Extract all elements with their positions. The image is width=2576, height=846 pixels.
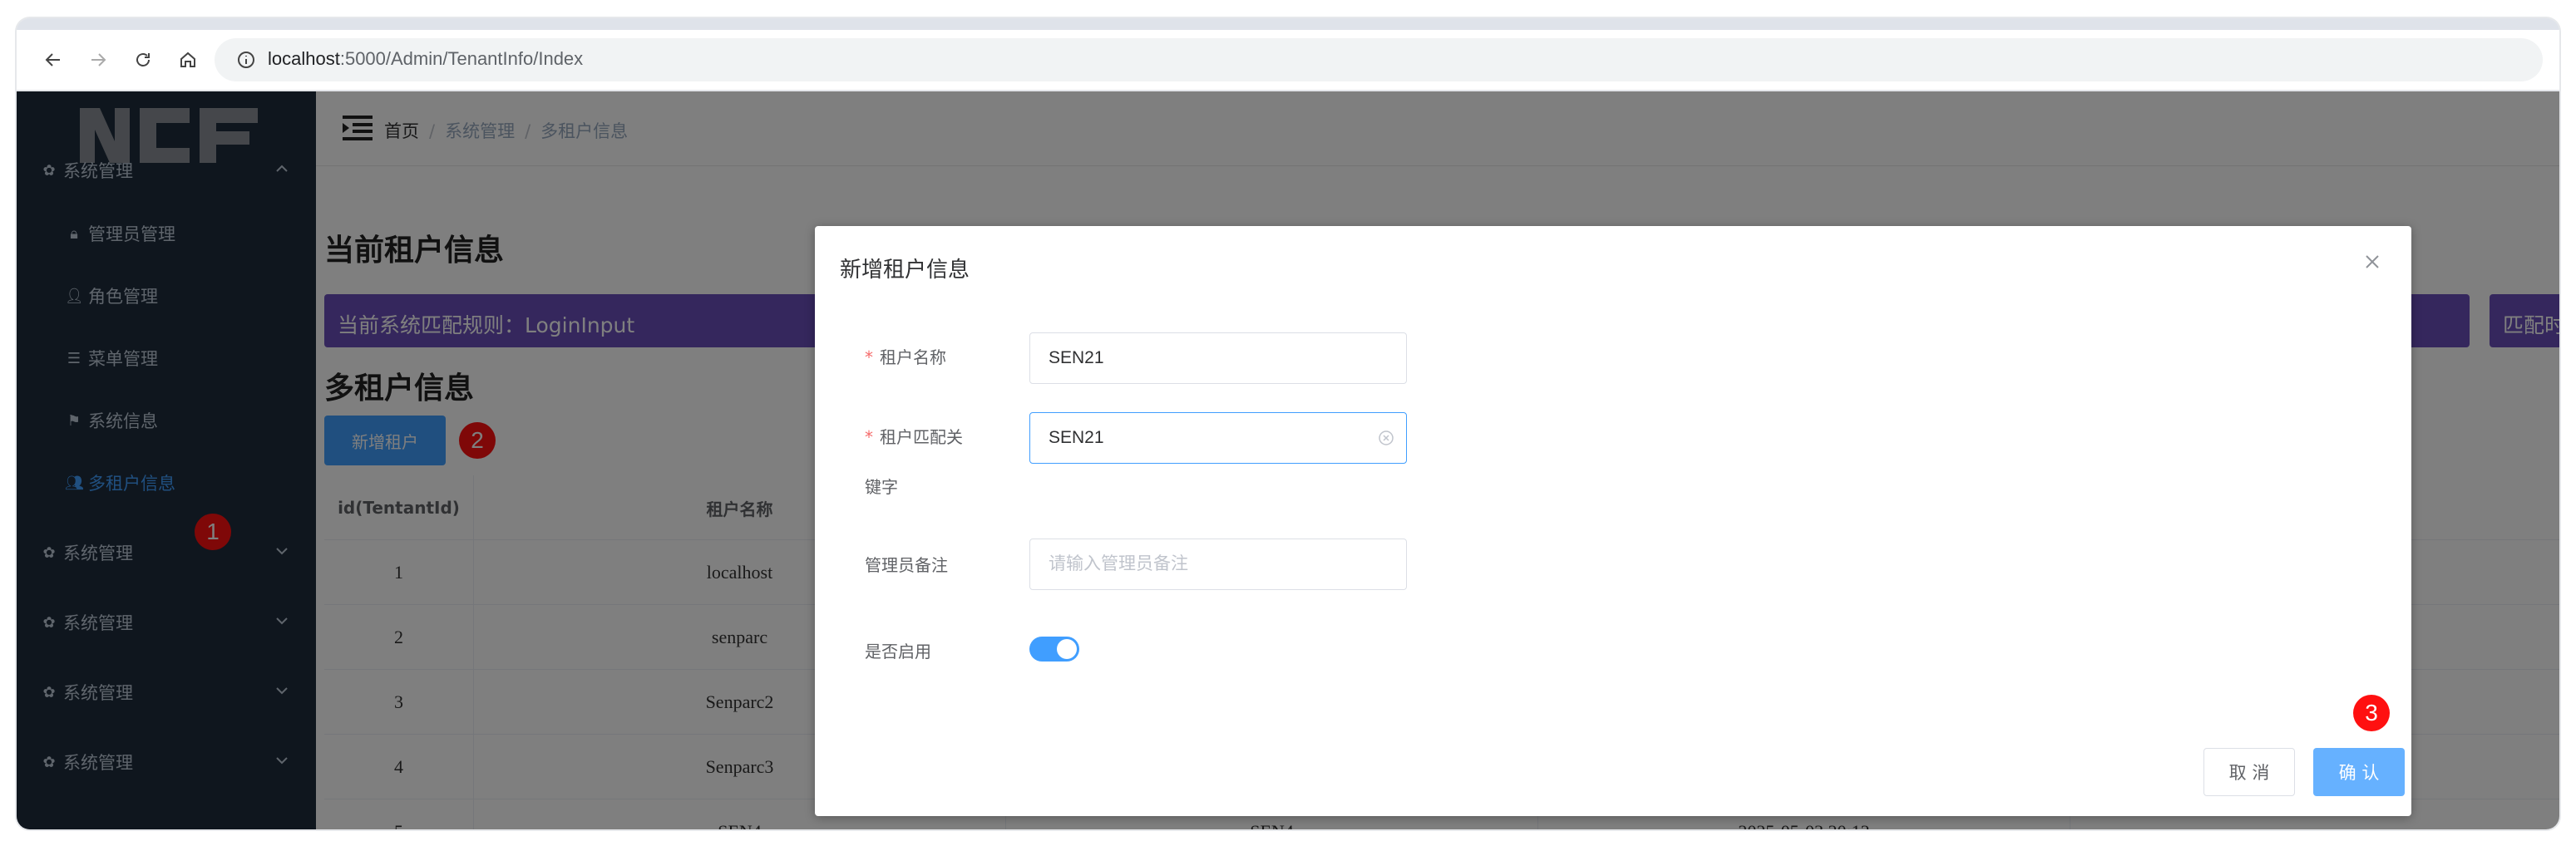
toggle-knob (1057, 639, 1077, 659)
tenant-key-label-wrap: 键字 (865, 477, 898, 497)
url-path: :5000/Admin/TenantInfo/Index (339, 48, 584, 69)
annotation-badge-3: 3 (2353, 695, 2390, 731)
address-bar: localhost:5000/Admin/TenantInfo/Index (17, 30, 2559, 91)
tenant-key-label-text: 租户匹配关 (880, 427, 963, 447)
tenant-key-input[interactable] (1029, 412, 1407, 464)
home-icon[interactable] (171, 43, 205, 76)
dialog-title: 新增租户信息 (840, 258, 970, 283)
tenant-key-label: * 租户匹配关 (865, 424, 989, 448)
enabled-label: 是否启用 (865, 642, 931, 662)
required-mark: * (865, 347, 873, 367)
reload-icon[interactable] (126, 43, 160, 76)
required-mark: * (865, 427, 873, 447)
cancel-button[interactable]: 取 消 (2203, 748, 2295, 796)
tenant-name-label: * 租户名称 (865, 344, 989, 368)
url-text: localhost:5000/Admin/TenantInfo/Index (268, 48, 583, 70)
tenant-name-input[interactable] (1029, 332, 1407, 384)
admin-remark-input[interactable] (1029, 539, 1407, 590)
page-viewport: ✿ 系统管理 🔒︎ 管理员管理 👤︎ 角色管理 ☰ 菜单管理 ⚑ 系统信息 � (17, 91, 2559, 829)
url-field[interactable]: localhost:5000/Admin/TenantInfo/Index (215, 38, 2543, 81)
confirm-button[interactable]: 确 认 (2313, 748, 2405, 796)
clear-input-icon[interactable] (1377, 429, 1395, 447)
tenant-name-label-text: 租户名称 (880, 347, 946, 367)
back-icon[interactable] (37, 43, 70, 76)
forward-icon[interactable] (81, 43, 115, 76)
site-info-icon[interactable] (236, 50, 256, 70)
browser-window: localhost:5000/Admin/TenantInfo/Index ✿ … (17, 18, 2559, 829)
url-host: localhost (268, 48, 340, 69)
close-icon[interactable] (2363, 253, 2381, 271)
add-tenant-dialog: 新增租户信息 *租户名称 *租户匹配关 键字 管理员备注 是否启用 3 取 消 … (815, 226, 2411, 816)
enabled-toggle[interactable] (1029, 637, 1079, 662)
admin-remark-label: 管理员备注 (865, 555, 948, 575)
tab-strip (17, 18, 2559, 30)
